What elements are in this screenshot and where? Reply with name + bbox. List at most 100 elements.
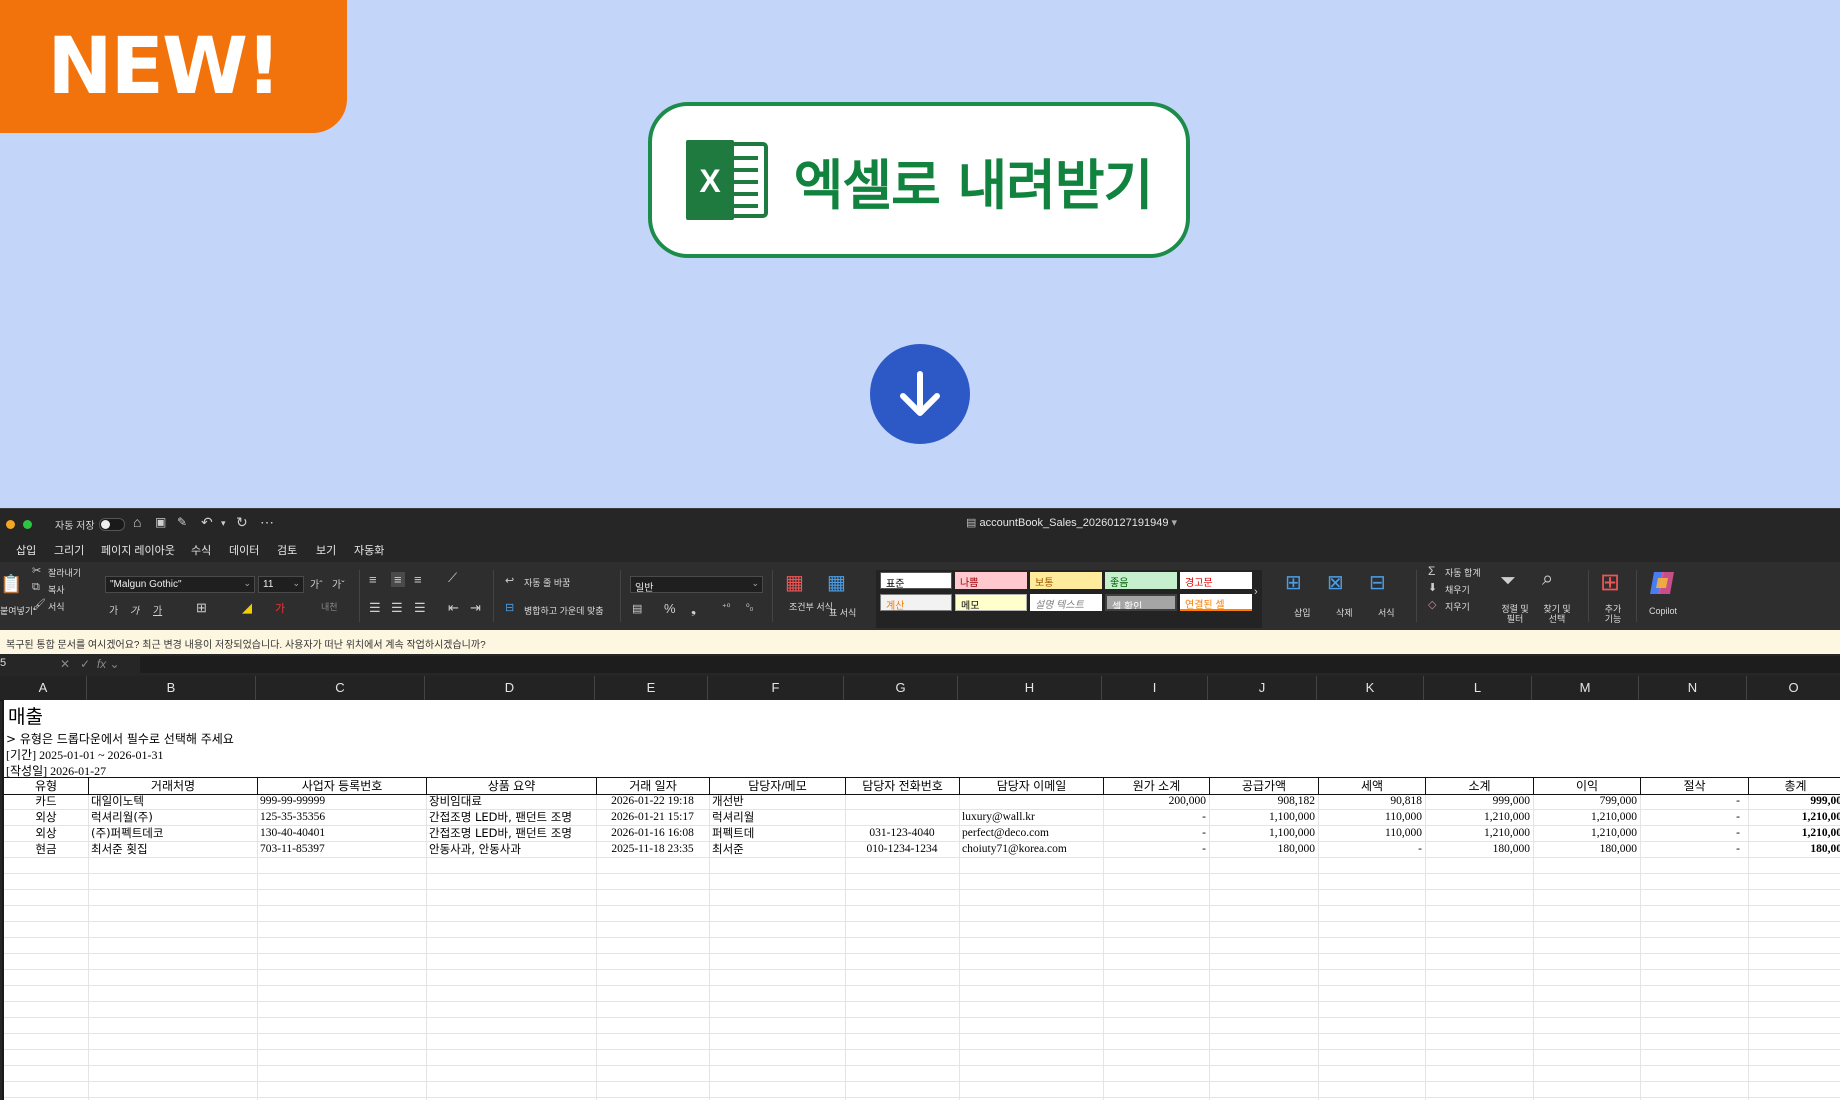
fill-label[interactable]: 채우기 <box>1445 583 1470 596</box>
column-header[interactable]: M <box>1531 676 1638 700</box>
column-header[interactable]: F <box>707 676 843 700</box>
column-header[interactable]: D <box>424 676 594 700</box>
table-cell[interactable]: 799,000 <box>1533 793 1640 809</box>
table-cell[interactable]: 간접조명 LED바, 팬던트 조명 <box>426 825 596 841</box>
cancel-icon[interactable]: ✕ <box>60 657 70 671</box>
zoom-dot-icon[interactable] <box>23 520 32 529</box>
table-cell[interactable]: 최서준 <box>709 841 845 857</box>
style-neutral[interactable]: 보통 <box>1030 572 1102 589</box>
column-header[interactable]: O <box>1746 676 1840 700</box>
table-cell[interactable]: 1,210,00 <box>1748 825 1840 841</box>
sort-filter-icon[interactable]: ⏷ <box>1500 570 1516 593</box>
chevron-right-icon[interactable]: › <box>1254 586 1258 598</box>
column-header[interactable]: I <box>1101 676 1207 700</box>
table-cell[interactable]: 010-1234-1234 <box>845 841 959 857</box>
save-as-icon[interactable]: ✎ <box>177 515 187 529</box>
column-header[interactable]: C <box>255 676 424 700</box>
underline-icon[interactable]: 가 <box>153 602 162 617</box>
save-icon[interactable]: ▣ <box>155 515 166 529</box>
table-cell[interactable]: 90,818 <box>1318 793 1425 809</box>
italic-icon[interactable]: 가 <box>130 602 139 617</box>
table-format-icon[interactable]: ▦ <box>827 570 846 595</box>
align-right-icon[interactable]: ☰ <box>414 600 426 616</box>
format-painter-label[interactable]: 서식 <box>48 600 65 613</box>
table-cell[interactable]: - <box>1318 841 1425 857</box>
table-cell[interactable]: 장비임대료 <box>426 793 596 809</box>
autosave-toggle[interactable] <box>99 518 125 531</box>
style-explanatory[interactable]: 설명 텍스트 <box>1030 594 1102 611</box>
table-cell[interactable] <box>959 793 1103 809</box>
table-cell[interactable]: 125-35-35356 <box>257 809 426 825</box>
insert-cells-icon[interactable]: ⊞ <box>1285 570 1302 595</box>
tab-automate[interactable]: 자동화 <box>354 542 384 558</box>
style-calculation[interactable]: 계산 <box>880 594 952 611</box>
table-cell[interactable]: 1,210,000 <box>1533 809 1640 825</box>
column-header[interactable]: N <box>1638 676 1746 700</box>
table-cell[interactable]: 180,000 <box>1533 841 1640 857</box>
align-bottom-icon[interactable]: ≡ <box>414 572 422 587</box>
header-cell[interactable]: 유형 <box>4 778 88 794</box>
header-cell[interactable]: 공급가액 <box>1209 778 1318 794</box>
header-cell[interactable]: 사업자 등록번호 <box>257 778 426 794</box>
column-header[interactable]: G <box>843 676 957 700</box>
style-warning[interactable]: 경고문 <box>1180 572 1252 589</box>
header-cell[interactable]: 세액 <box>1318 778 1425 794</box>
table-cell[interactable]: (주)퍼펙트데코 <box>88 825 257 841</box>
table-cell[interactable]: 럭셔리월(주) <box>88 809 257 825</box>
column-header[interactable]: H <box>957 676 1101 700</box>
clear-label[interactable]: 지우기 <box>1445 600 1470 613</box>
table-cell[interactable]: 현금 <box>4 841 88 857</box>
minimize-dot-icon[interactable] <box>6 520 15 529</box>
header-cell[interactable]: 담당자/메모 <box>709 778 845 794</box>
table-cell[interactable]: 908,182 <box>1209 793 1318 809</box>
header-cell[interactable]: 원가 소계 <box>1103 778 1209 794</box>
header-cell[interactable]: 절삭 <box>1640 778 1748 794</box>
table-cell[interactable]: 안동사과, 안동사과 <box>426 841 596 857</box>
align-left-icon[interactable]: ☰ <box>369 600 381 616</box>
delete-cells-icon[interactable]: ⊠ <box>1327 570 1344 595</box>
table-cell[interactable]: 1,210,00 <box>1748 809 1840 825</box>
table-cell[interactable]: 031-123-4040 <box>845 825 959 841</box>
table-cell[interactable]: 대일이노텍 <box>88 793 257 809</box>
sheet-note[interactable]: > 유형은 드롭다운에서 필수로 선택해 주세요 <box>6 730 234 747</box>
table-cell[interactable]: 2026-01-21 15:17 <box>596 809 709 825</box>
sheet-period[interactable]: [기간] 2025-01-01 ~ 2026-01-31 <box>6 746 164 763</box>
style-linked-cell[interactable]: 연결된 셀 <box>1180 594 1252 611</box>
tab-data[interactable]: 데이터 <box>229 542 259 558</box>
tab-review[interactable]: 검토 <box>277 542 297 558</box>
bold-icon[interactable]: 가 <box>109 602 118 617</box>
table-cell[interactable]: 110,000 <box>1318 809 1425 825</box>
table-cell[interactable]: 카드 <box>4 793 88 809</box>
header-cell[interactable]: 이익 <box>1533 778 1640 794</box>
conditional-format-icon[interactable]: ▦ <box>785 570 804 595</box>
align-center-icon[interactable]: ☰ <box>391 600 403 616</box>
borders-icon[interactable]: ⊞ <box>196 600 207 616</box>
increase-decimal-icon[interactable]: ⁺⁰ <box>722 602 730 613</box>
comma-icon[interactable]: ❟ <box>691 601 696 617</box>
style-normal[interactable]: 표준 <box>880 572 952 589</box>
table-cell[interactable]: 1,210,000 <box>1533 825 1640 841</box>
redo-icon[interactable]: ↻ <box>236 514 248 531</box>
sheet-title[interactable]: 매출 <box>8 702 43 729</box>
percent-icon[interactable]: % <box>664 601 676 616</box>
header-cell[interactable]: 거래처명 <box>88 778 257 794</box>
copy-icon[interactable]: ⧉ <box>32 581 40 594</box>
copy-label[interactable]: 복사 <box>48 583 65 596</box>
fill-color-icon[interactable]: ◢ <box>242 600 252 616</box>
worksheet-grid[interactable]: 매출 > 유형은 드롭다운에서 필수로 선택해 주세요 [기간] 2025-01… <box>2 700 1840 1100</box>
table-cell[interactable]: 퍼펙트데 <box>709 825 845 841</box>
accounting-format-icon[interactable]: ▤ <box>632 602 642 615</box>
decrease-font-icon[interactable]: 가ˇ <box>332 576 345 591</box>
table-cell[interactable]: 1,210,000 <box>1425 825 1533 841</box>
wrap-text-button[interactable]: 자동 줄 바꿈 <box>524 576 570 589</box>
table-cell[interactable]: 130-40-40401 <box>257 825 426 841</box>
undo-icon[interactable]: ↶ <box>201 514 213 531</box>
tab-formulas[interactable]: 수식 <box>191 542 211 558</box>
table-cell[interactable]: 999,00 <box>1748 793 1840 809</box>
autosum-label[interactable]: 자동 합계 <box>1445 566 1481 579</box>
table-cell[interactable]: 2026-01-22 19:18 <box>596 793 709 809</box>
addins-icon[interactable]: ⊞ <box>1600 568 1620 597</box>
table-cell[interactable]: 180,000 <box>1425 841 1533 857</box>
more-icon[interactable]: ⋯ <box>260 514 274 531</box>
column-header[interactable]: A <box>0 676 86 700</box>
